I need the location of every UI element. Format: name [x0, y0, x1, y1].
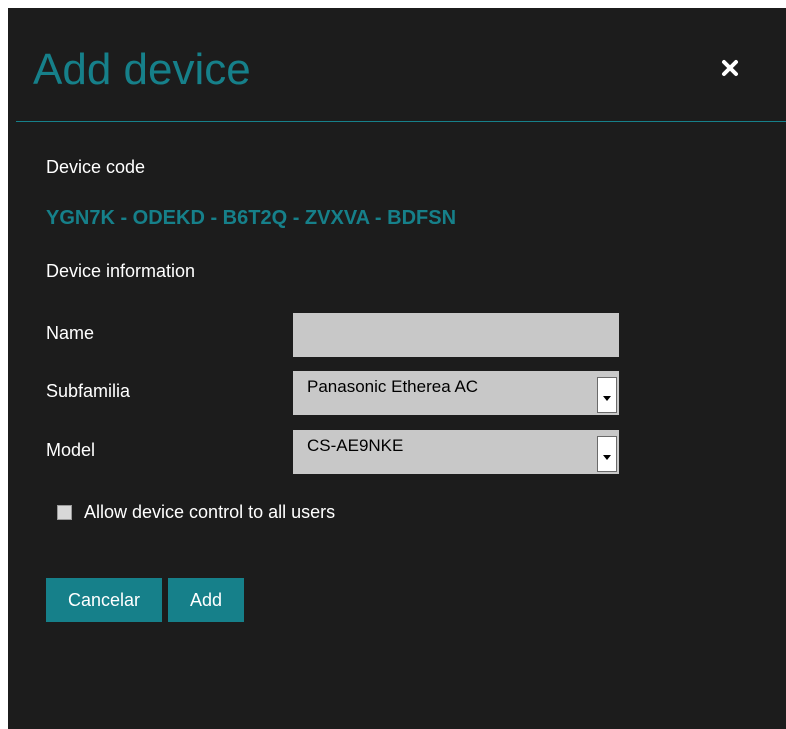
model-label: Model [46, 440, 96, 460]
header-divider [16, 121, 786, 122]
device-code-label: Device code [46, 157, 146, 177]
name-label: Name [46, 323, 95, 343]
close-icon[interactable] [720, 58, 740, 78]
model-selected-value: CS-AE9NKE [307, 436, 404, 455]
subfamilia-select[interactable]: Panasonic Etherea AC [293, 371, 619, 415]
cancel-button[interactable]: Cancelar [46, 578, 162, 622]
add-device-dialog: Add device Device code YGN7K - ODEKD - B… [8, 8, 786, 729]
chevron-down-icon[interactable] [597, 436, 617, 472]
allow-control-checkbox[interactable] [57, 505, 72, 520]
name-input[interactable] [293, 313, 619, 357]
model-select[interactable]: CS-AE9NKE [293, 430, 619, 474]
allow-control-label[interactable]: Allow device control to all users [84, 501, 335, 523]
subfamilia-label: Subfamilia [46, 381, 131, 401]
device-code-value: YGN7K - ODEKD - B6T2Q - ZVXVA - BDFSN [46, 207, 457, 229]
device-information-heading: Device information [46, 261, 196, 281]
chevron-down-icon[interactable] [597, 377, 617, 413]
dialog-title: Add device [33, 45, 251, 94]
add-button[interactable]: Add [168, 578, 244, 622]
subfamilia-selected-value: Panasonic Etherea AC [307, 377, 479, 396]
